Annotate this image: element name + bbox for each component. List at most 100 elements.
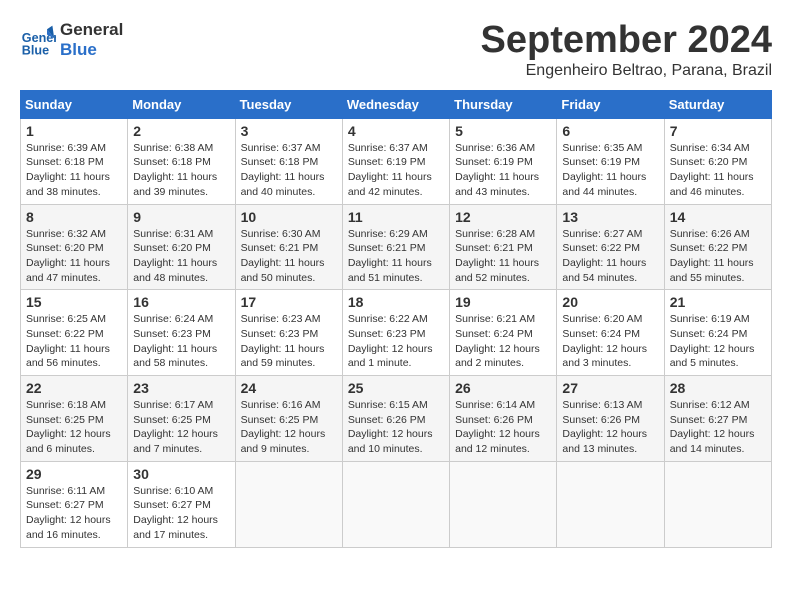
day-info: Sunrise: 6:18 AM Sunset: 6:25 PM Dayligh… <box>26 398 122 457</box>
day-info: Sunrise: 6:37 AM Sunset: 6:18 PM Dayligh… <box>241 141 337 200</box>
day-info: Sunrise: 6:39 AM Sunset: 6:18 PM Dayligh… <box>26 141 122 200</box>
logo: General Blue General Blue <box>20 20 123 61</box>
calendar-cell: 27 Sunrise: 6:13 AM Sunset: 6:26 PM Dayli… <box>557 376 664 462</box>
calendar-body: 1Sunrise: 6:39 AM Sunset: 6:18 PM Daylig… <box>21 118 772 547</box>
calendar-cell: 25Sunrise: 6:15 AM Sunset: 6:26 PM Dayli… <box>342 376 449 462</box>
calendar-cell <box>450 461 557 547</box>
calendar-cell <box>342 461 449 547</box>
calendar-cell: 22 Sunrise: 6:18 AM Sunset: 6:25 PM Dayli… <box>21 376 128 462</box>
day-number: 20 <box>562 294 658 310</box>
page-header: General Blue General Blue September 2024… <box>20 20 772 80</box>
day-info: Sunrise: 6:14 AM Sunset: 6:26 PM Dayligh… <box>455 398 551 457</box>
calendar-cell: 26 Sunrise: 6:14 AM Sunset: 6:26 PM Dayli… <box>450 376 557 462</box>
day-number: 29 <box>26 466 122 482</box>
calendar-week-3: 15 Sunrise: 6:25 AM Sunset: 6:22 PM Dayli… <box>21 290 772 376</box>
day-number: 6 <box>562 123 658 139</box>
calendar-cell: 11 Sunrise: 6:29 AM Sunset: 6:21 PM Dayli… <box>342 204 449 290</box>
day-number: 3 <box>241 123 337 139</box>
calendar-cell: 2Sunrise: 6:38 AM Sunset: 6:18 PM Daylig… <box>128 118 235 204</box>
calendar-cell: 9 Sunrise: 6:31 AM Sunset: 6:20 PM Daylig… <box>128 204 235 290</box>
month-title: September 2024 <box>481 20 773 62</box>
calendar-cell <box>235 461 342 547</box>
calendar-cell: 16 Sunrise: 6:24 AM Sunset: 6:23 PM Dayli… <box>128 290 235 376</box>
day-info: Sunrise: 6:25 AM Sunset: 6:22 PM Dayligh… <box>26 312 122 371</box>
calendar-cell: 30Sunrise: 6:10 AM Sunset: 6:27 PM Dayli… <box>128 461 235 547</box>
day-number: 23 <box>133 380 229 396</box>
logo-line2: Blue <box>60 40 123 60</box>
calendar-week-2: 8Sunrise: 6:32 AM Sunset: 6:20 PM Daylig… <box>21 204 772 290</box>
calendar-cell: 8Sunrise: 6:32 AM Sunset: 6:20 PM Daylig… <box>21 204 128 290</box>
day-number: 9 <box>133 209 229 225</box>
day-number: 12 <box>455 209 551 225</box>
header-cell-sunday: Sunday <box>21 90 128 118</box>
day-info: Sunrise: 6:21 AM Sunset: 6:24 PM Dayligh… <box>455 312 551 371</box>
day-number: 4 <box>348 123 444 139</box>
calendar-cell: 10 Sunrise: 6:30 AM Sunset: 6:21 PM Dayli… <box>235 204 342 290</box>
day-number: 27 <box>562 380 658 396</box>
day-info: Sunrise: 6:11 AM Sunset: 6:27 PM Dayligh… <box>26 484 122 543</box>
day-number: 24 <box>241 380 337 396</box>
day-number: 10 <box>241 209 337 225</box>
calendar-cell <box>557 461 664 547</box>
day-info: Sunrise: 6:17 AM Sunset: 6:25 PM Dayligh… <box>133 398 229 457</box>
calendar-week-5: 29 Sunrise: 6:11 AM Sunset: 6:27 PM Dayli… <box>21 461 772 547</box>
title-block: September 2024 Engenheiro Beltrao, Paran… <box>481 20 773 80</box>
day-info: Sunrise: 6:16 AM Sunset: 6:25 PM Dayligh… <box>241 398 337 457</box>
day-info: Sunrise: 6:13 AM Sunset: 6:26 PM Dayligh… <box>562 398 658 457</box>
calendar-table: SundayMondayTuesdayWednesdayThursdayFrid… <box>20 90 772 548</box>
day-info: Sunrise: 6:12 AM Sunset: 6:27 PM Dayligh… <box>670 398 766 457</box>
day-number: 22 <box>26 380 122 396</box>
header-cell-tuesday: Tuesday <box>235 90 342 118</box>
day-number: 14 <box>670 209 766 225</box>
day-number: 26 <box>455 380 551 396</box>
header-cell-friday: Friday <box>557 90 664 118</box>
day-info: Sunrise: 6:24 AM Sunset: 6:23 PM Dayligh… <box>133 312 229 371</box>
calendar-cell: 12 Sunrise: 6:28 AM Sunset: 6:21 PM Dayli… <box>450 204 557 290</box>
calendar-cell: 23 Sunrise: 6:17 AM Sunset: 6:25 PM Dayli… <box>128 376 235 462</box>
header-cell-thursday: Thursday <box>450 90 557 118</box>
calendar-cell: 4 Sunrise: 6:37 AM Sunset: 6:19 PM Daylig… <box>342 118 449 204</box>
day-info: Sunrise: 6:28 AM Sunset: 6:21 PM Dayligh… <box>455 227 551 286</box>
calendar-week-4: 22 Sunrise: 6:18 AM Sunset: 6:25 PM Dayli… <box>21 376 772 462</box>
header-cell-monday: Monday <box>128 90 235 118</box>
calendar-cell: 24 Sunrise: 6:16 AM Sunset: 6:25 PM Dayli… <box>235 376 342 462</box>
day-info: Sunrise: 6:22 AM Sunset: 6:23 PM Dayligh… <box>348 312 444 371</box>
day-info: Sunrise: 6:15 AM Sunset: 6:26 PM Dayligh… <box>348 398 444 457</box>
day-info: Sunrise: 6:27 AM Sunset: 6:22 PM Dayligh… <box>562 227 658 286</box>
day-info: Sunrise: 6:29 AM Sunset: 6:21 PM Dayligh… <box>348 227 444 286</box>
header-row: SundayMondayTuesdayWednesdayThursdayFrid… <box>21 90 772 118</box>
calendar-cell: 18Sunrise: 6:22 AM Sunset: 6:23 PM Dayli… <box>342 290 449 376</box>
day-info: Sunrise: 6:10 AM Sunset: 6:27 PM Dayligh… <box>133 484 229 543</box>
calendar-cell: 14 Sunrise: 6:26 AM Sunset: 6:22 PM Dayli… <box>664 204 771 290</box>
day-number: 19 <box>455 294 551 310</box>
calendar-cell: 3 Sunrise: 6:37 AM Sunset: 6:18 PM Daylig… <box>235 118 342 204</box>
calendar-cell: 20 Sunrise: 6:20 AM Sunset: 6:24 PM Dayli… <box>557 290 664 376</box>
day-info: Sunrise: 6:31 AM Sunset: 6:20 PM Dayligh… <box>133 227 229 286</box>
day-info: Sunrise: 6:30 AM Sunset: 6:21 PM Dayligh… <box>241 227 337 286</box>
calendar-cell <box>664 461 771 547</box>
calendar-cell: 15 Sunrise: 6:25 AM Sunset: 6:22 PM Dayli… <box>21 290 128 376</box>
day-number: 17 <box>241 294 337 310</box>
calendar-cell: 1Sunrise: 6:39 AM Sunset: 6:18 PM Daylig… <box>21 118 128 204</box>
header-cell-saturday: Saturday <box>664 90 771 118</box>
calendar-cell: 17 Sunrise: 6:23 AM Sunset: 6:23 PM Dayli… <box>235 290 342 376</box>
day-number: 5 <box>455 123 551 139</box>
day-info: Sunrise: 6:26 AM Sunset: 6:22 PM Dayligh… <box>670 227 766 286</box>
day-number: 8 <box>26 209 122 225</box>
day-info: Sunrise: 6:35 AM Sunset: 6:19 PM Dayligh… <box>562 141 658 200</box>
logo-icon: General Blue <box>20 22 56 58</box>
day-info: Sunrise: 6:20 AM Sunset: 6:24 PM Dayligh… <box>562 312 658 371</box>
day-number: 11 <box>348 209 444 225</box>
calendar-cell: 19 Sunrise: 6:21 AM Sunset: 6:24 PM Dayli… <box>450 290 557 376</box>
header-cell-wednesday: Wednesday <box>342 90 449 118</box>
calendar-cell: 28Sunrise: 6:12 AM Sunset: 6:27 PM Dayli… <box>664 376 771 462</box>
day-number: 16 <box>133 294 229 310</box>
day-number: 15 <box>26 294 122 310</box>
calendar-cell: 5 Sunrise: 6:36 AM Sunset: 6:19 PM Daylig… <box>450 118 557 204</box>
calendar-cell: 21Sunrise: 6:19 AM Sunset: 6:24 PM Dayli… <box>664 290 771 376</box>
day-number: 7 <box>670 123 766 139</box>
day-info: Sunrise: 6:34 AM Sunset: 6:20 PM Dayligh… <box>670 141 766 200</box>
day-info: Sunrise: 6:37 AM Sunset: 6:19 PM Dayligh… <box>348 141 444 200</box>
day-info: Sunrise: 6:23 AM Sunset: 6:23 PM Dayligh… <box>241 312 337 371</box>
day-info: Sunrise: 6:36 AM Sunset: 6:19 PM Dayligh… <box>455 141 551 200</box>
